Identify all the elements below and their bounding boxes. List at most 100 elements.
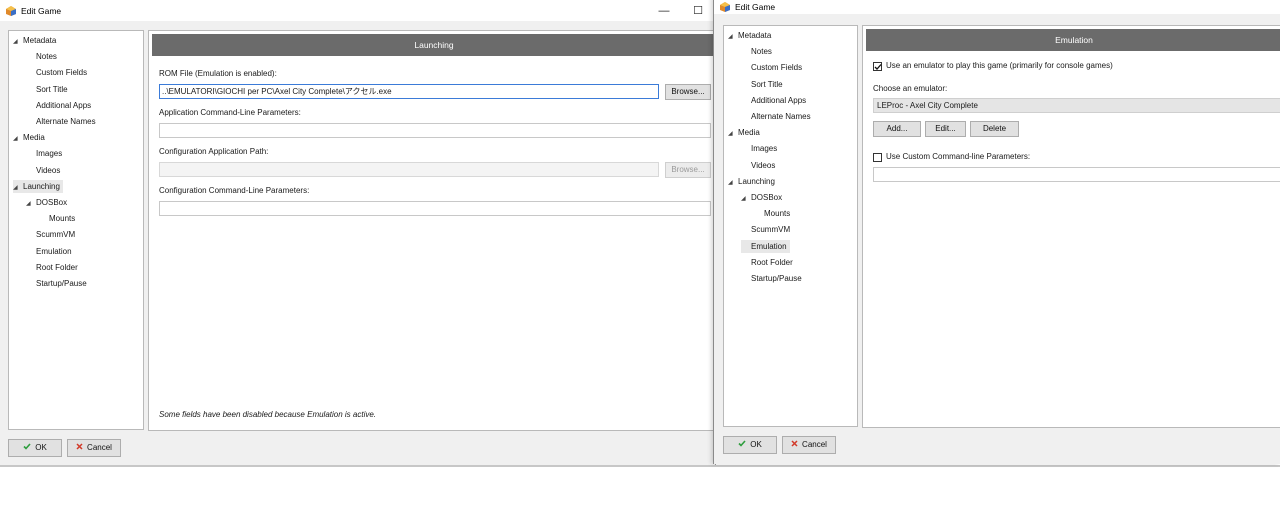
tree-item-mounts[interactable]: Mounts xyxy=(754,207,790,220)
maximize-button[interactable]: ☐ xyxy=(681,0,715,21)
tree-item-launching[interactable]: ◢ Launching xyxy=(728,175,775,188)
use-emulator-label[interactable]: Use an emulator to play this game (prima… xyxy=(886,61,1113,70)
tree-item-label: ScummVM xyxy=(751,225,791,235)
rom-file-input[interactable]: ..\EMULATORI\GIOCHI per PC\Axel City Com… xyxy=(159,84,659,99)
tree-item-label: Mounts xyxy=(49,214,76,224)
tree-item-custom-fields[interactable]: Custom Fields xyxy=(26,66,87,79)
tree-item-launching[interactable]: ◢ Launching xyxy=(13,179,63,195)
emulator-select[interactable]: LEProc - Axel City Complete xyxy=(873,98,1280,113)
tree-item-label: Videos xyxy=(36,165,61,175)
tree-item-label: DOSBox xyxy=(751,193,783,202)
triangle-expanded-icon[interactable]: ◢ xyxy=(13,133,23,146)
tree-item-label: Metadata xyxy=(738,31,772,40)
triangle-expanded-icon[interactable]: ◢ xyxy=(728,177,738,190)
tree-item-mounts[interactable]: Mounts xyxy=(39,212,75,225)
tree-item-label: Videos xyxy=(751,160,776,170)
panel-header: Emulation xyxy=(866,29,1280,51)
tree-item-alternate-names[interactable]: Alternate Names xyxy=(26,115,96,128)
rom-browse-button[interactable]: Browse... xyxy=(665,84,711,100)
tree-item-media[interactable]: ◢ Media xyxy=(728,126,760,139)
launchbox-icon xyxy=(6,5,16,16)
config-path-input[interactable] xyxy=(159,162,659,177)
tree-item-metadata[interactable]: ◢ Metadata xyxy=(13,34,56,47)
delete-emulator-button[interactable]: Delete xyxy=(970,121,1019,137)
window-title: Edit Game xyxy=(21,5,62,16)
custom-params-checkbox[interactable] xyxy=(873,153,882,162)
tree-item-label: Sort Title xyxy=(751,79,783,89)
tree-item-root-folder[interactable]: Root Folder xyxy=(26,261,78,274)
edit-emulator-button[interactable]: Edit... xyxy=(925,121,966,137)
cancel-button[interactable]: Cancel xyxy=(782,436,836,454)
x-icon xyxy=(76,440,83,456)
tree-item-label: Images xyxy=(751,144,778,154)
tree-item-scummvm[interactable]: ScummVM xyxy=(741,223,790,236)
ok-label: OK xyxy=(35,443,47,452)
tree-item-label: Startup/Pause xyxy=(751,274,802,283)
tree-item-label: Alternate Names xyxy=(36,117,96,126)
tree-item-additional-apps[interactable]: Additional Apps xyxy=(741,94,806,107)
triangle-expanded-icon[interactable]: ◢ xyxy=(728,128,738,141)
config-params-label: Configuration Command-Line Parameters: xyxy=(159,186,310,195)
title-bar[interactable]: Edit Game — ☐ xyxy=(0,0,715,21)
tree-item-emulation[interactable]: Emulation xyxy=(26,245,72,258)
app-params-label: Application Command-Line Parameters: xyxy=(159,108,301,117)
minimize-button[interactable]: — xyxy=(647,0,681,21)
custom-params-input[interactable] xyxy=(873,167,1280,182)
tree-item-label: Emulation xyxy=(36,246,72,256)
config-browse-button[interactable]: Browse... xyxy=(665,162,711,178)
tree-item-images[interactable]: Images xyxy=(741,142,777,155)
cancel-button[interactable]: Cancel xyxy=(67,439,121,457)
config-path-label: Configuration Application Path: xyxy=(159,147,269,156)
tree-item-root-folder[interactable]: Root Folder xyxy=(741,256,793,269)
cancel-label: Cancel xyxy=(87,443,112,452)
title-bar[interactable]: Edit Game xyxy=(714,0,1280,14)
tree-item-startup-pause[interactable]: Startup/Pause xyxy=(26,277,87,290)
ok-button[interactable]: OK xyxy=(8,439,62,457)
tree-item-label: Alternate Names xyxy=(751,112,811,121)
tree-item-images[interactable]: Images xyxy=(26,147,62,160)
tree-item-label: Notes xyxy=(36,52,57,62)
tree-item-sort-title[interactable]: Sort Title xyxy=(26,83,68,96)
tree-item-videos[interactable]: Videos xyxy=(741,159,775,172)
tree-item-label: Mounts xyxy=(764,209,791,219)
tree-item-videos[interactable]: Videos xyxy=(26,164,60,177)
cancel-label: Cancel xyxy=(802,440,827,449)
tree-item-media[interactable]: ◢ Media xyxy=(13,131,45,144)
tree-item-alternate-names[interactable]: Alternate Names xyxy=(741,110,811,123)
tree-item-dosbox[interactable]: ◢ DOSBox xyxy=(741,191,782,204)
tree-item-label: Media xyxy=(23,133,45,143)
tree-item-emulation[interactable]: Emulation xyxy=(741,239,790,253)
triangle-expanded-icon[interactable]: ◢ xyxy=(741,193,751,206)
tree-item-sort-title[interactable]: Sort Title xyxy=(741,78,783,91)
tree-item-notes[interactable]: Notes xyxy=(741,45,772,58)
launchbox-icon xyxy=(720,2,730,12)
app-params-input[interactable] xyxy=(159,123,711,138)
use-emulator-checkbox[interactable] xyxy=(873,62,882,71)
add-emulator-button[interactable]: Add... xyxy=(873,121,921,137)
triangle-expanded-icon[interactable]: ◢ xyxy=(13,36,23,49)
tree-item-label: Root Folder xyxy=(751,257,793,267)
settings-tree: ◢ Metadata Notes Custom Fields Sort Title Add… xyxy=(723,25,858,427)
tree-item-notes[interactable]: Notes xyxy=(26,50,57,63)
panel-header: Launching xyxy=(152,34,716,56)
tree-item-dosbox[interactable]: ◢ DOSBox xyxy=(26,196,67,209)
triangle-expanded-icon[interactable]: ◢ xyxy=(13,182,23,195)
tree-item-label: Startup/Pause xyxy=(36,279,87,288)
tree-item-metadata[interactable]: ◢ Metadata xyxy=(728,29,771,42)
check-icon xyxy=(23,440,31,456)
x-icon xyxy=(791,437,798,453)
tree-item-label: Metadata xyxy=(23,36,57,45)
ok-button[interactable]: OK xyxy=(723,436,777,454)
tree-item-label: Emulation xyxy=(751,241,787,251)
triangle-expanded-icon[interactable]: ◢ xyxy=(26,198,36,211)
tree-item-additional-apps[interactable]: Additional Apps xyxy=(26,99,91,112)
tree-item-label: Notes xyxy=(751,47,772,57)
config-params-input[interactable] xyxy=(159,201,711,216)
triangle-expanded-icon[interactable]: ◢ xyxy=(728,31,738,44)
tree-item-startup-pause[interactable]: Startup/Pause xyxy=(741,272,802,285)
check-icon xyxy=(738,437,746,453)
custom-params-label[interactable]: Use Custom Command-line Parameters: xyxy=(886,152,1030,161)
tree-item-scummvm[interactable]: ScummVM xyxy=(26,228,75,241)
emulation-panel: Emulation Use an emulator to play this g… xyxy=(862,25,1280,428)
tree-item-custom-fields[interactable]: Custom Fields xyxy=(741,61,802,74)
